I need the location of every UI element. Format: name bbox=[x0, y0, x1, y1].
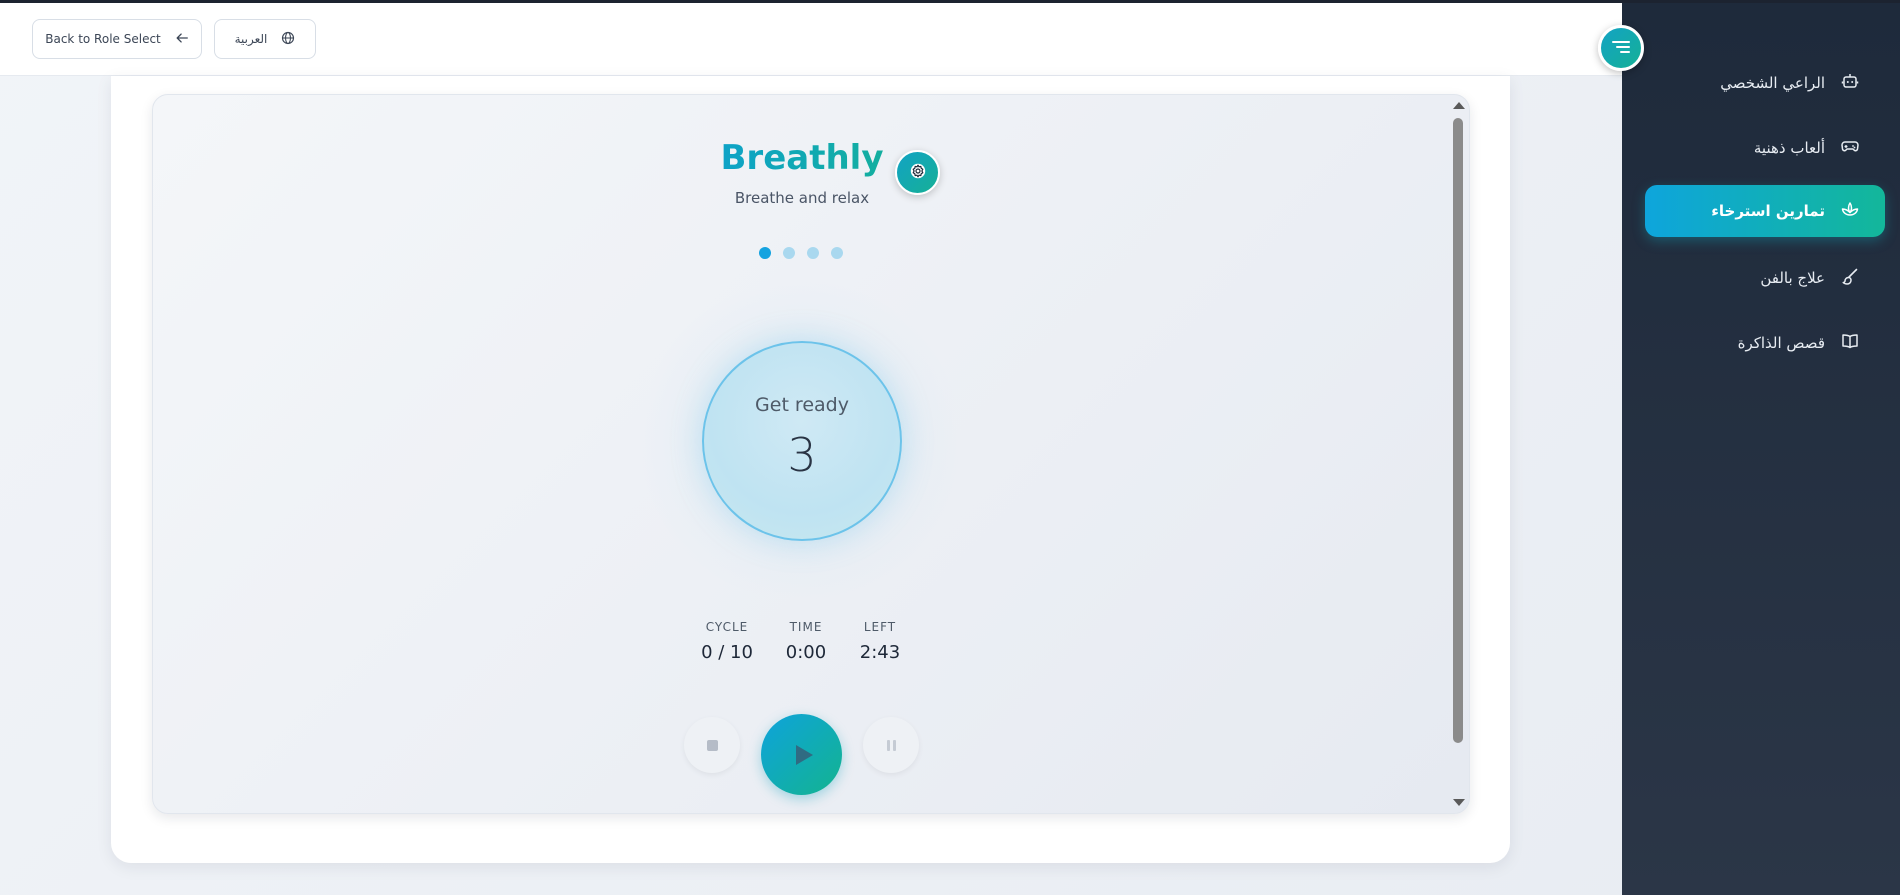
globe-icon bbox=[281, 31, 295, 48]
pause-button[interactable] bbox=[863, 717, 919, 773]
stat-left: LEFT 2:43 bbox=[840, 620, 920, 663]
back-button-label: Back to Role Select bbox=[45, 32, 161, 46]
page-dot[interactable] bbox=[783, 247, 795, 259]
sidebar-item-relaxation-exercises[interactable]: تمارين استرخاء bbox=[1645, 185, 1885, 237]
sidebar-item-label: قصص الذاكرة bbox=[1737, 334, 1825, 352]
sidebar-item-personal-caregiver[interactable]: الراعي الشخصي bbox=[1645, 57, 1885, 109]
stat-cycle: CYCLE 0 / 10 bbox=[687, 620, 767, 663]
breath-phase-label: Get ready bbox=[755, 394, 849, 416]
play-icon bbox=[795, 744, 813, 765]
sidebar-item-memory-stories[interactable]: قصص الذاكرة bbox=[1645, 317, 1885, 369]
play-button[interactable] bbox=[761, 714, 842, 795]
sidebar-item-label: علاج بالفن bbox=[1760, 269, 1825, 287]
stat-label: CYCLE bbox=[705, 620, 749, 634]
frame-scrollbar[interactable] bbox=[1451, 98, 1465, 808]
stat-label: TIME bbox=[789, 620, 823, 634]
sidebar-item-mind-games[interactable]: ألعاب ذهنية bbox=[1645, 122, 1885, 174]
gamepad-icon bbox=[1841, 137, 1859, 159]
scroll-up-arrow[interactable] bbox=[1453, 102, 1465, 109]
menu-lines-icon bbox=[1612, 39, 1630, 58]
back-to-role-select-button[interactable]: Back to Role Select bbox=[32, 19, 202, 59]
scroll-thumb[interactable] bbox=[1453, 118, 1463, 743]
language-label: العربية bbox=[234, 32, 268, 46]
arrow-left-icon bbox=[175, 31, 189, 48]
breath-countdown: 3 bbox=[787, 428, 817, 482]
lotus-icon bbox=[1841, 200, 1859, 222]
sidebar-item-label: تمارين استرخاء bbox=[1711, 202, 1825, 220]
settings-button[interactable] bbox=[895, 150, 940, 195]
page-indicator bbox=[759, 247, 843, 259]
stat-value: 2:43 bbox=[859, 642, 901, 663]
brush-icon bbox=[1841, 267, 1859, 289]
sidebar: الراعي الشخصي ألعاب ذهنية تمارين استرخاء… bbox=[1622, 3, 1900, 895]
stat-value: 0:00 bbox=[785, 642, 827, 663]
sidebar-item-art-therapy[interactable]: علاج بالفن bbox=[1645, 252, 1885, 304]
scroll-down-arrow[interactable] bbox=[1453, 799, 1465, 806]
sidebar-toggle-button[interactable] bbox=[1598, 25, 1644, 71]
stop-icon bbox=[706, 739, 718, 751]
language-toggle-button[interactable]: العربية bbox=[214, 19, 316, 59]
gear-icon bbox=[909, 162, 927, 184]
page-dot[interactable] bbox=[759, 247, 771, 259]
pause-icon bbox=[886, 739, 896, 751]
stat-label: LEFT bbox=[863, 620, 897, 634]
window-top-border bbox=[0, 0, 1900, 3]
top-header: Back to Role Select العربية bbox=[0, 3, 1622, 76]
sidebar-item-label: الراعي الشخصي bbox=[1720, 74, 1825, 92]
book-icon bbox=[1841, 332, 1859, 354]
stat-time: TIME 0:00 bbox=[766, 620, 846, 663]
stat-value: 0 / 10 bbox=[701, 642, 753, 663]
page-dot[interactable] bbox=[831, 247, 843, 259]
stop-button[interactable] bbox=[684, 717, 740, 773]
robot-icon bbox=[1841, 72, 1859, 94]
sidebar-item-label: ألعاب ذهنية bbox=[1753, 139, 1825, 157]
page-dot[interactable] bbox=[807, 247, 819, 259]
